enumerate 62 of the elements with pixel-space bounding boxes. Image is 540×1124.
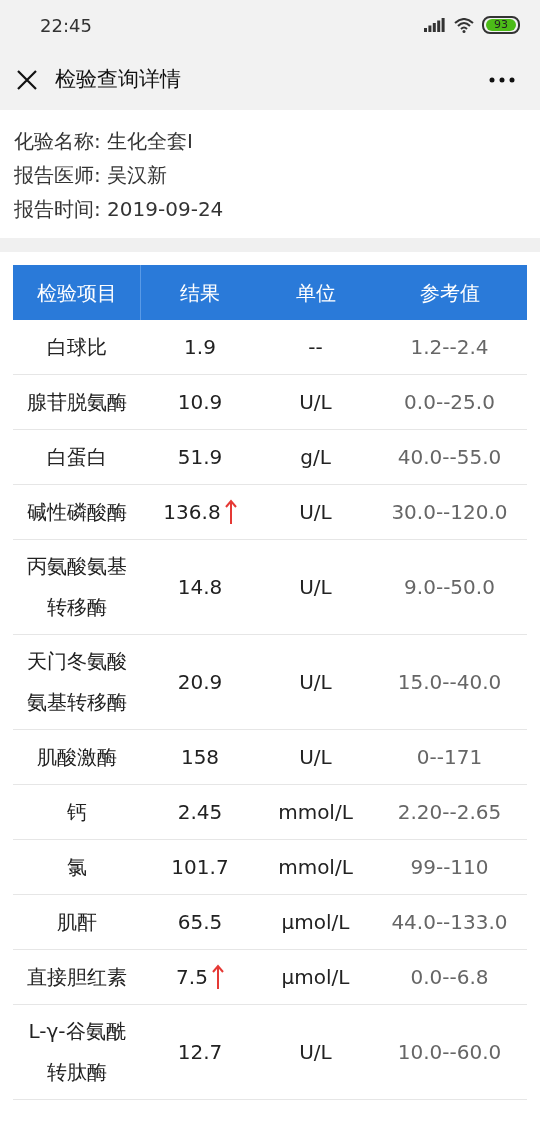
table-cell-text: 碱性磷酸酶: [26, 498, 128, 526]
column-header: 结果: [179, 279, 221, 307]
table-cell-text: 0.0--6.8: [410, 964, 489, 991]
table-cell-text: μmol/L: [281, 964, 350, 991]
table-cell-text: 10.9: [177, 389, 223, 416]
table-cell-text: 0--171: [416, 744, 483, 771]
column-header: 参考值: [418, 279, 481, 307]
table-cell-text: 158: [180, 744, 220, 771]
table-cell-text: 51.9: [177, 444, 223, 471]
table-cell-text: 1.9: [184, 334, 216, 361]
table-cell-text: 氯: [66, 853, 88, 881]
table-cell-text: U/L: [299, 389, 332, 416]
table-cell-text: 44.0--133.0: [391, 909, 508, 936]
table-cell-text: L-γ-谷氨酰转肽酶: [27, 1018, 127, 1086]
page-title: 检验查询详情: [55, 66, 181, 94]
table-cell-text: 肌酸激酶: [36, 743, 118, 771]
table-cell-text: 2.20--2.65: [397, 799, 502, 826]
info-line: 报告时间: 2019-09-24: [14, 196, 225, 223]
table-cell-text: mmol/L: [278, 854, 353, 881]
table-cell-text: 天门冬氨酸氨基转移酶: [26, 648, 128, 716]
table-cell-text: 40.0--55.0: [397, 444, 502, 471]
more-icon[interactable]: [489, 77, 515, 83]
table-cell-text: 2.45: [177, 799, 223, 826]
info-line: 报告医师: 吴汉新: [14, 162, 169, 189]
table-cell-text: 钙: [66, 798, 88, 826]
column-header: 检验项目: [13, 265, 141, 320]
table-cell-text: 15.0--40.0: [397, 669, 502, 696]
wifi-icon: [454, 17, 474, 33]
table-cell-text: 直接胆红素: [26, 963, 128, 991]
table-cell-text: U/L: [299, 574, 332, 601]
table-cell-text: 肌酐: [56, 908, 98, 936]
table-cell-text: 丙氨酸氨基转移酶: [26, 553, 128, 621]
table-cell-text: U/L: [299, 499, 332, 526]
table-cell-text: 14.8: [177, 574, 223, 601]
column-header: 单位: [294, 279, 337, 307]
table-cell-text: g/L: [300, 444, 331, 471]
close-icon[interactable]: [16, 69, 38, 91]
table-cell-text: 9.0--50.0: [404, 574, 495, 601]
table-cell-text: U/L: [299, 1039, 332, 1066]
table-cell-text: 136.8: [163, 499, 221, 526]
table-cell-text: 腺苷脱氨酶: [26, 388, 128, 416]
table-cell-text: 10.0--60.0: [397, 1039, 502, 1066]
table-cell-text: 白球比: [46, 333, 108, 361]
table-cell-text: --: [308, 334, 323, 361]
info-line: 化验名称: 生化全套I: [14, 128, 194, 155]
signal-icon: [424, 18, 446, 32]
table-cell-text: 99--110: [410, 854, 489, 881]
table-cell-text: U/L: [299, 669, 332, 696]
table-cell-text: 0.0--25.0: [404, 389, 495, 416]
table-cell-text: 1.2--2.4: [410, 334, 489, 361]
battery-indicator: 93: [482, 16, 520, 34]
table-cell-text: 12.7: [177, 1039, 223, 1066]
table-cell-text: 65.5: [177, 909, 223, 936]
table-cell-text: μmol/L: [281, 909, 350, 936]
table-cell-text: 101.7: [171, 854, 229, 881]
table-cell-text: 7.5: [176, 964, 208, 991]
table-cell-text: 30.0--120.0: [391, 499, 508, 526]
table-cell-text: mmol/L: [278, 799, 353, 826]
status-time: 22:45: [40, 13, 92, 38]
table-cell-text: U/L: [299, 744, 332, 771]
table-cell-text: 20.9: [177, 669, 223, 696]
table-cell-text: 白蛋白: [46, 443, 108, 471]
